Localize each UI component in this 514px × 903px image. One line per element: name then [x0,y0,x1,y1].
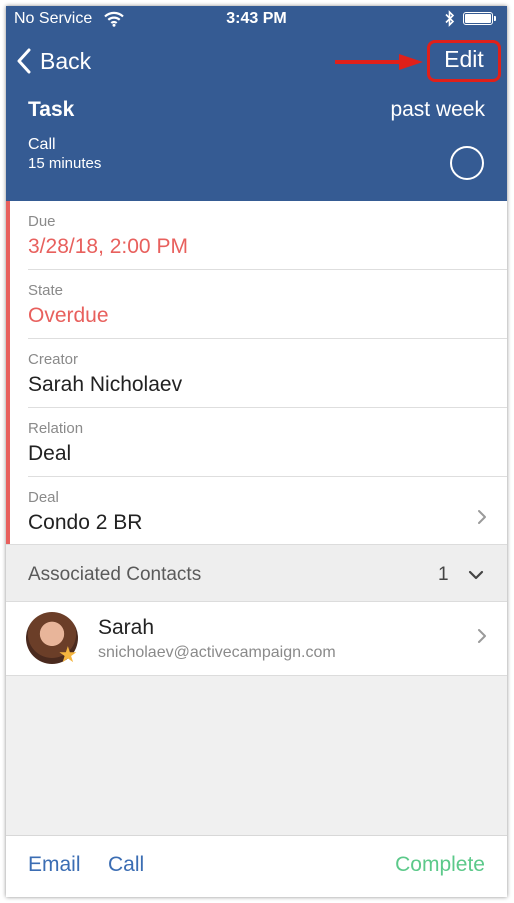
overdue-indicator-bar [6,201,10,544]
status-bar: No Service 3:43 PM [6,6,507,34]
task-type: Call [28,136,56,153]
star-icon: ★ [58,642,78,667]
chevron-right-icon [477,628,487,649]
status-time: 3:43 PM [226,10,287,27]
field-label: State [28,282,64,299]
field-deal[interactable]: Deal Condo 2 BR [28,477,507,545]
field-label: Due [28,213,56,230]
field-value: 3/28/18, 2:00 PM [28,235,188,258]
bottom-toolbar: Email Call Complete [6,835,507,897]
email-button[interactable]: Email [28,853,81,877]
field-value: Deal [28,442,72,465]
chevron-left-icon [16,48,32,79]
task-timeframe: past week [390,98,485,121]
task-header: No Service 3:43 PM Back Edit Task past w… [6,6,507,201]
chevron-down-icon [468,567,484,585]
field-state: State Overdue [28,270,507,339]
task-title: Task [28,98,75,121]
task-details: Due 3/28/18, 2:00 PM State Overdue Creat… [6,201,507,545]
field-relation: Relation Deal [28,408,507,477]
contact-email: snicholaev@activecampaign.com [98,644,336,661]
bluetooth-icon [444,10,455,32]
field-value: Condo 2 BR [28,511,143,534]
field-value: Sarah Nicholaev [28,373,183,396]
field-label: Deal [28,489,59,506]
task-duration: 15 minutes [28,155,102,172]
contact-name: Sarah [98,616,155,639]
call-button[interactable]: Call [108,853,144,877]
battery-nub [494,16,496,21]
edit-button[interactable]: Edit [427,40,501,82]
annotation-highlight-box [427,40,501,82]
complete-button[interactable]: Complete [395,853,485,877]
section-title: Associated Contacts [28,564,202,585]
field-due: Due 3/28/18, 2:00 PM [28,201,507,270]
annotation-arrow-icon [333,53,425,76]
field-label: Relation [28,420,84,437]
chevron-right-icon [477,509,487,530]
field-label: Creator [28,351,79,368]
complete-task-toggle[interactable] [450,146,484,180]
contact-list-item[interactable]: ★ Sarah snicholaev@activecampaign.com [6,602,507,676]
field-creator: Creator Sarah Nicholaev [28,339,507,408]
contacts-count: 1 [438,564,449,585]
battery-icon [463,12,493,25]
back-label: Back [40,48,92,74]
associated-contacts-header[interactable]: Associated Contacts 1 [6,544,507,602]
phone-screen: No Service 3:43 PM Back Edit Task past w… [6,6,507,897]
field-value: Overdue [28,304,109,327]
